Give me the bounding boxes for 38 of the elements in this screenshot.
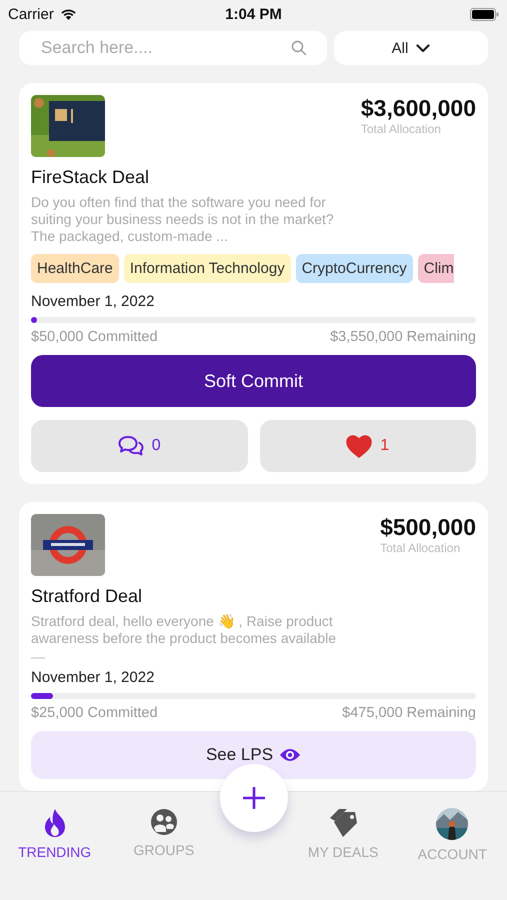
- group-icon: [150, 808, 178, 836]
- committed-amount: $50,000 Committed: [31, 329, 158, 345]
- allocation-label: Total Allocation: [380, 541, 460, 555]
- comments-button[interactable]: 0: [31, 420, 248, 472]
- committed-amount: $25,000 Committed: [31, 705, 158, 721]
- add-button[interactable]: [220, 764, 288, 832]
- plus-icon: [242, 787, 264, 809]
- allocation-amount: $3,600,000: [360, 95, 476, 122]
- chat-bubbles-icon: [118, 435, 144, 457]
- allocation-amount: $500,000: [380, 514, 476, 541]
- category-tag: CryptoCurrency: [296, 254, 413, 283]
- allocation-label: Total Allocation: [360, 122, 441, 136]
- chevron-down-icon: [416, 44, 430, 52]
- category-tag: Information Technology: [124, 254, 291, 283]
- search-field[interactable]: Search here....: [19, 31, 327, 65]
- deal-date: November 1, 2022: [31, 293, 156, 310]
- category-tag: HealthCare: [31, 254, 119, 283]
- eye-icon: [279, 748, 302, 762]
- flame-icon: [42, 808, 67, 838]
- carrier-label: Carrier: [8, 6, 54, 22]
- wifi-icon: [60, 8, 77, 20]
- soft-commit-button[interactable]: Soft Commit: [31, 355, 476, 407]
- battery-icon: [470, 8, 499, 20]
- remaining-amount: $475,000 Remaining: [342, 705, 476, 721]
- search-icon: [291, 40, 307, 56]
- remaining-amount: $3,550,000 Remaining: [330, 329, 476, 345]
- search-input[interactable]: Search here....: [39, 37, 291, 59]
- status-time: 1:04 PM: [225, 6, 282, 22]
- deal-title: Stratford Deal: [31, 586, 144, 607]
- see-lps-button[interactable]: See LPS: [31, 731, 476, 779]
- deal-date: November 1, 2022: [31, 669, 156, 686]
- deal-description: Stratford deal, hello everyone 👋 , Raise product awareness before the product becomes available: [31, 613, 338, 647]
- filter-dropdown[interactable]: All: [334, 31, 488, 65]
- deal-title: FireStack Deal: [31, 167, 150, 188]
- deal-description: Do you often find that the software you need for suiting your business needs is not in the market? The packaged, custom-made ...: [31, 194, 335, 245]
- like-button[interactable]: 1: [260, 420, 476, 472]
- tab-item[interactable]: TRENDING: [0, 808, 110, 860]
- category-tag: Clim: [418, 254, 454, 283]
